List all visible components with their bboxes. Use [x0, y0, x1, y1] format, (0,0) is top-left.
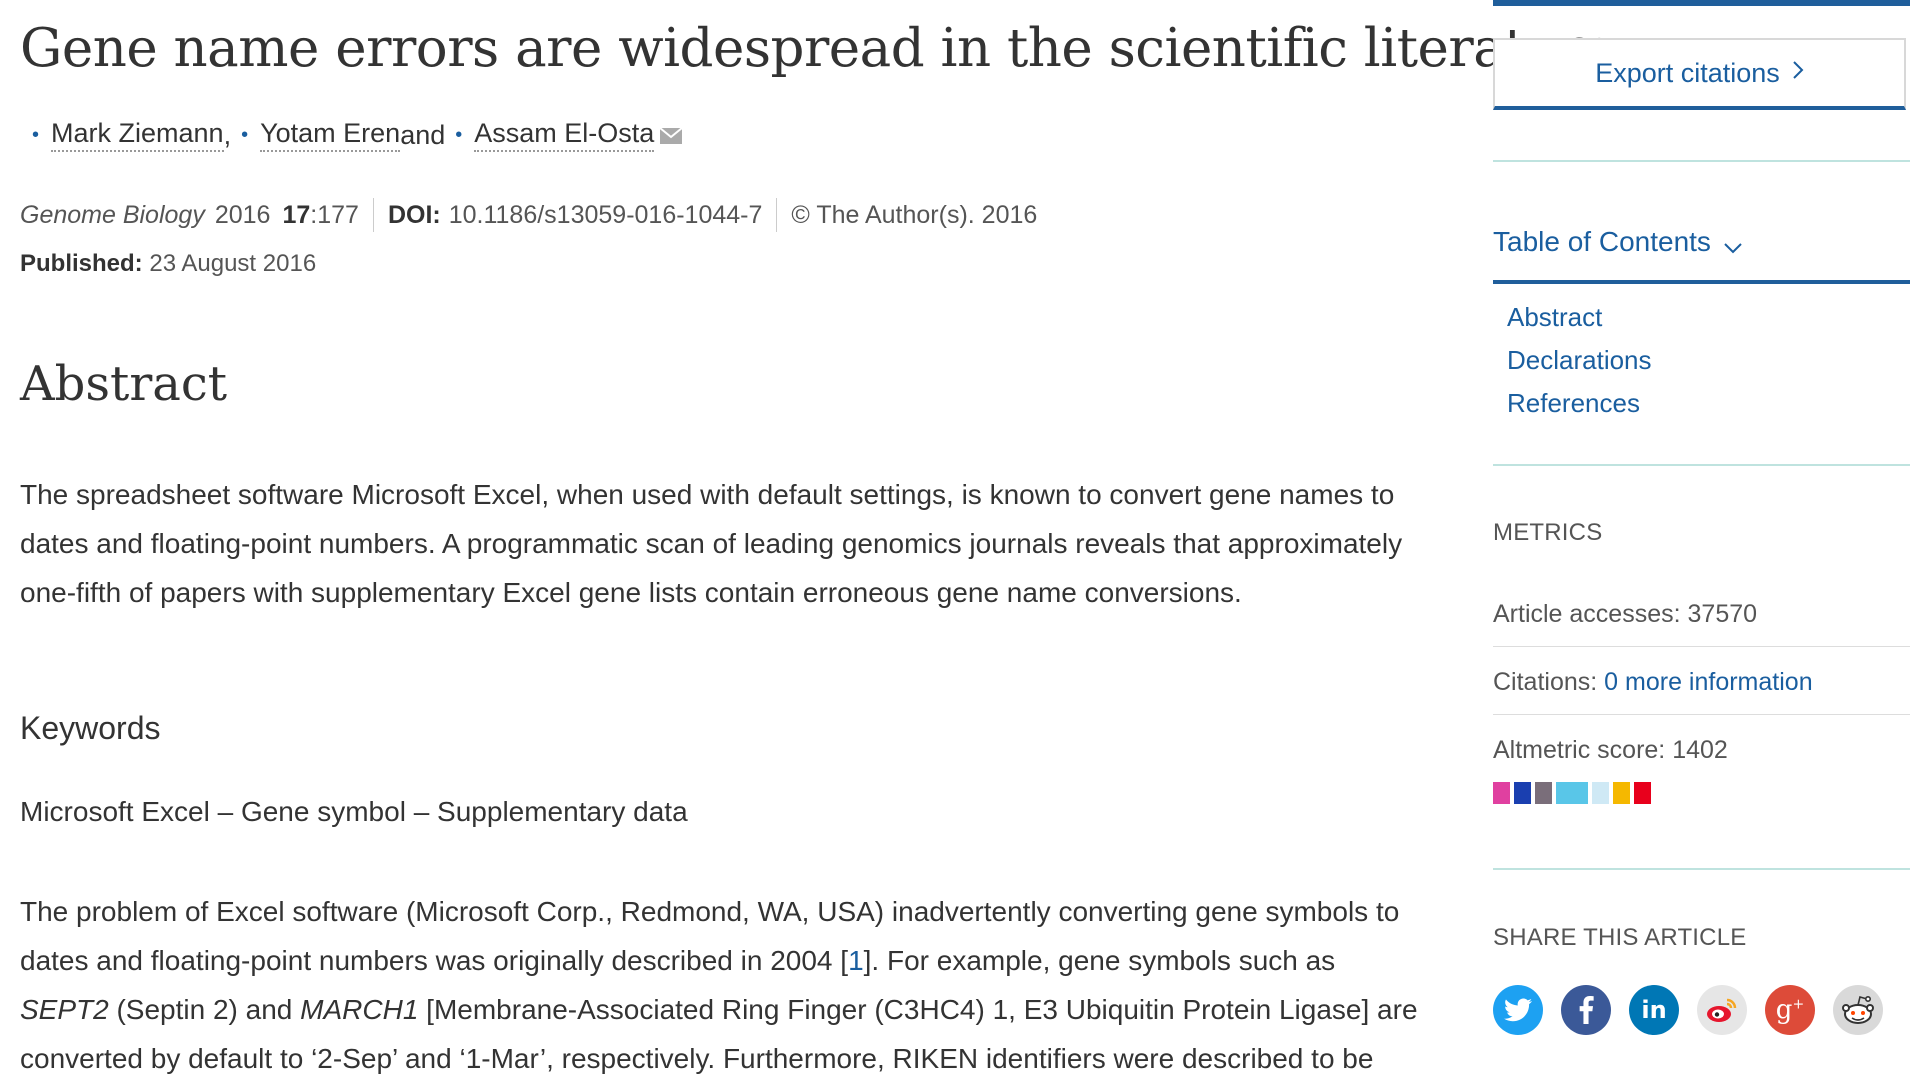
doi-value: 10.1186/s13059-016-1044-7 — [448, 200, 763, 229]
altmetric-swatch — [1592, 782, 1609, 804]
metrics-divider — [1493, 714, 1910, 715]
facebook-icon — [1579, 996, 1594, 1024]
doi-label: DOI: — [387, 200, 441, 229]
metrics-title: METRICS — [1493, 519, 1603, 546]
altmetric-swatch — [1493, 782, 1510, 804]
toc-label: Table of Contents — [1493, 226, 1711, 257]
author-link-ziemann[interactable]: Mark Ziemann — [51, 118, 224, 152]
gene-symbol: SEPT2 — [20, 994, 109, 1025]
citation-meta: Genome Biology 2016 17 :177 DOI: 10.1186… — [20, 198, 1037, 232]
weibo-icon — [1707, 998, 1737, 1022]
toc-item-references[interactable]: References — [1507, 382, 1652, 425]
altmetric-swatch — [1634, 782, 1651, 804]
altmetric-swatch — [1613, 782, 1630, 804]
table-of-contents-toggle[interactable]: Table of Contents — [1493, 226, 1910, 284]
author-link-el-osta[interactable]: Assam El-Osta — [474, 118, 655, 152]
reddit-share-button[interactable] — [1833, 985, 1883, 1035]
journal-name: Genome Biology — [20, 200, 205, 229]
altmetric-score: Altmetric score: 1402 — [1493, 736, 1728, 764]
more-information-link[interactable]: more information — [1618, 668, 1813, 696]
weibo-share-button[interactable] — [1697, 985, 1747, 1035]
linkedin-share-button[interactable]: in — [1629, 985, 1679, 1035]
divider — [1493, 868, 1910, 870]
altmetric-badge[interactable] — [1493, 782, 1655, 804]
email-icon[interactable] — [659, 120, 683, 151]
article-accesses: Article accesses: 37570 — [1493, 600, 1758, 628]
article-number: :177 — [310, 200, 359, 229]
metrics-divider — [1493, 646, 1910, 647]
reference-link[interactable]: 1 — [848, 945, 864, 976]
abstract-heading: Abstract — [20, 356, 228, 412]
sidebar-top-bar — [1493, 0, 1910, 6]
author-bullet: • — [241, 123, 249, 146]
toc-list: Abstract Declarations References — [1507, 296, 1652, 425]
citations-count: 0 — [1604, 668, 1619, 696]
published-date: Published: 23 August 2016 — [20, 250, 316, 278]
export-citations-label: Export citations — [1595, 57, 1780, 88]
author-separator: , — [223, 119, 232, 150]
journal-volume: 17 — [282, 200, 311, 229]
gene-symbol: MARCH1 — [300, 994, 419, 1025]
meta-divider — [776, 198, 778, 232]
divider — [1493, 160, 1910, 162]
author-link-eren[interactable]: Yotam Eren — [260, 118, 401, 152]
author-bullet: • — [455, 123, 463, 146]
share-title: SHARE THIS ARTICLE — [1493, 924, 1747, 951]
abstract-text: The spreadsheet software Microsoft Excel… — [20, 479, 1403, 608]
altmetric-swatch — [1535, 782, 1552, 804]
keywords-heading: Keywords — [20, 710, 161, 746]
author-list: • Mark Ziemann , • Yotam Eren and • Assa… — [32, 118, 683, 152]
share-buttons: in g+ — [1493, 985, 1901, 1035]
divider — [1493, 464, 1910, 466]
toc-item-abstract[interactable]: Abstract — [1507, 296, 1652, 339]
twitter-share-button[interactable] — [1493, 985, 1543, 1035]
chevron-right-icon — [1792, 59, 1804, 87]
author-bullet: • — [32, 123, 40, 146]
reddit-icon — [1842, 995, 1874, 1024]
toc-item-declarations[interactable]: Declarations — [1507, 339, 1652, 382]
keywords-list: Microsoft Excel – Gene symbol – Suppleme… — [20, 796, 688, 827]
citations-label: Citations: — [1493, 668, 1605, 696]
altmetric-swatch — [1556, 782, 1588, 804]
meta-divider — [372, 198, 374, 232]
published-label: Published: — [20, 250, 143, 277]
published-value: 23 August 2016 — [149, 250, 317, 277]
body-paragraph: The problem of Excel software (Microsoft… — [20, 887, 1420, 1083]
article-title: Gene name errors are widespread in the s… — [20, 18, 1615, 79]
chevron-down-icon — [1723, 230, 1743, 262]
body-text: ]. For example, gene symbols such as — [863, 945, 1336, 976]
body-text: (Septin 2) and — [108, 994, 301, 1025]
google-plus-icon: g+ — [1775, 995, 1805, 1025]
citations-metric: Citations: 0 more information — [1493, 668, 1813, 697]
facebook-share-button[interactable] — [1561, 985, 1611, 1035]
google-plus-share-button[interactable]: g+ — [1765, 985, 1815, 1035]
linkedin-icon: in — [1641, 996, 1667, 1024]
export-citations-button[interactable]: Export citations — [1493, 38, 1906, 110]
author-separator: and — [400, 119, 446, 150]
twitter-icon — [1504, 998, 1532, 1022]
copyright: © The Author(s). 2016 — [791, 200, 1038, 229]
altmetric-swatch — [1514, 782, 1531, 804]
journal-year: 2016 — [214, 200, 271, 229]
